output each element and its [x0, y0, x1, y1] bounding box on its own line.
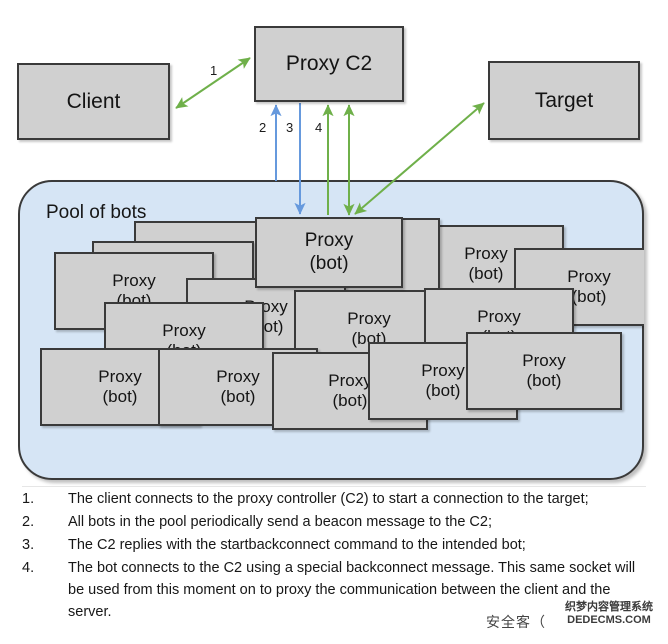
step-text: The client connects to the proxy control…	[68, 491, 589, 507]
step-number: 2.	[22, 514, 35, 531]
step-number: 4.	[22, 560, 35, 577]
bot-label-line1: Proxy	[328, 370, 372, 390]
bot-featured-label-line1: Proxy	[304, 230, 354, 252]
bot-label-line2: (bot)	[526, 371, 562, 390]
arrow-number-1: 1	[210, 63, 218, 78]
bot-label-line2: (bot)	[425, 381, 461, 400]
watermark-dedecms-cn: 织梦内容管理系统	[565, 601, 653, 613]
node-proxy-c2-label: Proxy C2	[285, 52, 373, 76]
diagram-canvas: Proxy (bot) Proxy (bot) Proxy (bot) Proxy (bot)…	[0, 0, 668, 644]
divider	[22, 486, 646, 487]
watermark-dedecms-en: DEDECMS.COM	[567, 614, 651, 627]
bot-label-line1: Proxy	[477, 306, 521, 326]
bot-label-line1: Proxy	[522, 350, 566, 370]
arrow-number-3: 3	[286, 120, 294, 135]
step-item: 2. All bots in the pool periodically send…	[22, 511, 646, 533]
step-number: 3.	[22, 537, 35, 554]
watermark-dedecms: 织梦内容管理系统 DEDECMS.COM	[552, 601, 666, 628]
step-text: The C2 replies with the startbackconnect…	[68, 537, 526, 554]
bot-label-line1: Proxy	[347, 308, 391, 328]
bot-featured-label-line2: (bot)	[309, 252, 349, 274]
step-item: 1. The client connects to the proxy contr…	[22, 488, 646, 510]
arrow-number-2: 2	[259, 120, 267, 135]
step-number: 1.	[22, 491, 35, 507]
bot-label-line2: (bot)	[571, 287, 607, 306]
bot-label-line2: (bot)	[332, 391, 368, 410]
node-client[interactable]: Client	[17, 63, 170, 140]
step-text: All bots in the pool periodically send a…	[68, 514, 492, 531]
node-proxy-c2[interactable]: Proxy C2	[254, 26, 404, 102]
arrow-number-4: 4	[315, 120, 323, 135]
watermark-anquanke: 安全客（	[486, 614, 546, 630]
bot-label-line2: (bot)	[468, 264, 504, 283]
bot-featured[interactable]: Proxy (bot)	[255, 217, 403, 288]
node-target[interactable]: Target	[488, 61, 640, 140]
bot-label-line1: Proxy	[464, 243, 508, 263]
bot-label-line2: (bot)	[220, 387, 256, 406]
bot-label-line1: Proxy	[567, 266, 611, 286]
step-item: 3. The C2 replies with the startbackconne…	[22, 534, 646, 556]
node-client-label: Client	[66, 89, 121, 113]
node-target-label: Target	[534, 88, 594, 112]
bot-box[interactable]: Proxy(bot)	[466, 332, 622, 410]
bot-label-line1: Proxy	[98, 366, 142, 386]
bot-label-line1: Proxy	[216, 366, 260, 386]
bot-label-line2: (bot)	[102, 387, 138, 406]
bot-label-line1: Proxy	[162, 320, 206, 340]
pool-of-bots-label: Pool of bots	[46, 202, 147, 223]
bot-label-line1: Proxy	[421, 360, 465, 380]
bot-label-line1: Proxy	[112, 270, 156, 290]
